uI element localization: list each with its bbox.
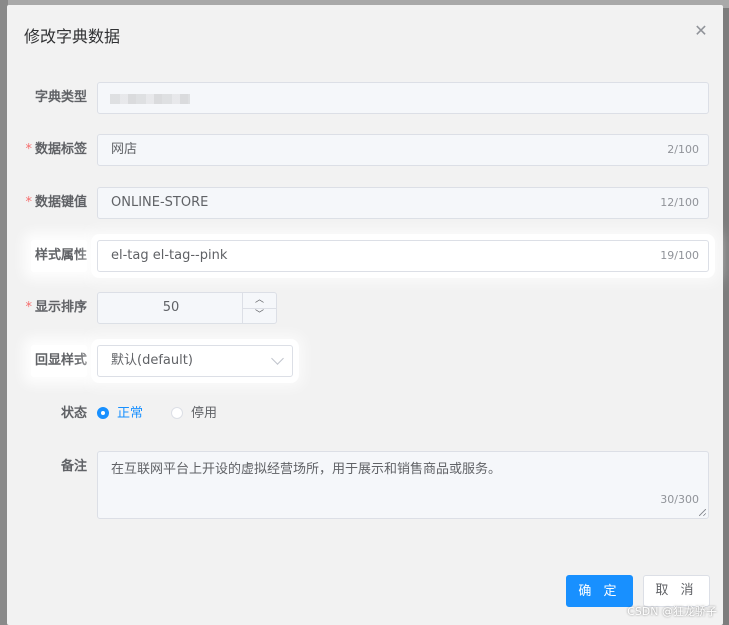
css-class-input[interactable]: el-tag el-tag--pink 19/100 [97,240,709,272]
chevron-down-icon[interactable]: ﹀ [243,308,276,323]
form-row-css-class: 样式属性 el-tag el-tag--pink 19/100 [7,240,723,272]
status-radio-normal-label: 正常 [117,406,144,421]
resize-handle-icon[interactable] [699,509,706,516]
remark-count: 30/300 [660,493,699,506]
data-label-value: 网店 [111,142,138,157]
dict-type-input [97,82,709,114]
form-row-list-class: 回显样式 默认(default) [7,345,723,377]
form-row-remark: 备注 在互联网平台上开设的虚拟经营场所，用于展示和销售商品或服务。 30/300 [7,451,723,519]
css-class-value: el-tag el-tag--pink [111,248,228,263]
dialog-title: 修改字典数据 [24,27,121,46]
list-class-value: 默认(default) [111,353,193,368]
data-label-count: 2/100 [667,143,699,156]
css-class-label: 样式属性 [31,240,87,272]
css-class-count: 19/100 [660,249,699,262]
dict-type-label: 字典类型 [34,90,87,105]
list-class-select[interactable]: 默认(default) [97,345,293,377]
form-row-status: 状态 正常 停用 [7,398,723,430]
stepper-buttons: ︿ ﹀ [242,293,276,323]
status-label: 状态 [60,406,87,421]
remark-label: 备注 [60,459,87,474]
data-value-count: 12/100 [660,196,699,209]
form-row-data-label: * 数据标签 网店 2/100 [7,134,723,166]
remark-value: 在互联网平台上开设的虚拟经营场所，用于展示和销售商品或服务。 [111,462,502,477]
dict-type-value-blurred [110,94,190,104]
sort-stepper[interactable]: 50 ︿ ﹀ [97,292,277,324]
chevron-down-icon [271,352,284,365]
radio-checked-icon [97,407,109,419]
remark-textarea[interactable]: 在互联网平台上开设的虚拟经营场所，用于展示和销售商品或服务。 30/300 [97,451,709,519]
sort-value[interactable]: 50 [98,293,244,323]
form-row-sort: * 显示排序 50 ︿ ﹀ [7,292,723,324]
list-class-label: 回显样式 [31,345,87,377]
data-label-label: * 数据标签 [25,142,87,157]
data-label-input[interactable]: 网店 2/100 [97,134,709,166]
edit-dict-data-dialog: 修改字典数据 ✕ 字典类型 * 数据标签 网店 2/100 * 数据键值 ONLIN… [7,5,723,625]
close-icon[interactable]: ✕ [693,23,709,39]
data-value-label: * 数据键值 [25,195,87,210]
watermark: CSDN @狂龙骄子 [627,605,717,618]
form-row-dict-type: 字典类型 [7,82,723,114]
confirm-button[interactable]: 确 定 [566,575,633,607]
status-radio-disabled-label: 停用 [191,406,218,421]
data-value-input[interactable]: ONLINE-STORE 12/100 [97,187,709,219]
form-row-data-value: * 数据键值 ONLINE-STORE 12/100 [7,187,723,219]
sort-label: * 显示排序 [25,300,87,315]
chevron-up-icon[interactable]: ︿ [243,293,276,309]
radio-unchecked-icon [171,407,183,419]
data-value-value: ONLINE-STORE [111,195,209,210]
